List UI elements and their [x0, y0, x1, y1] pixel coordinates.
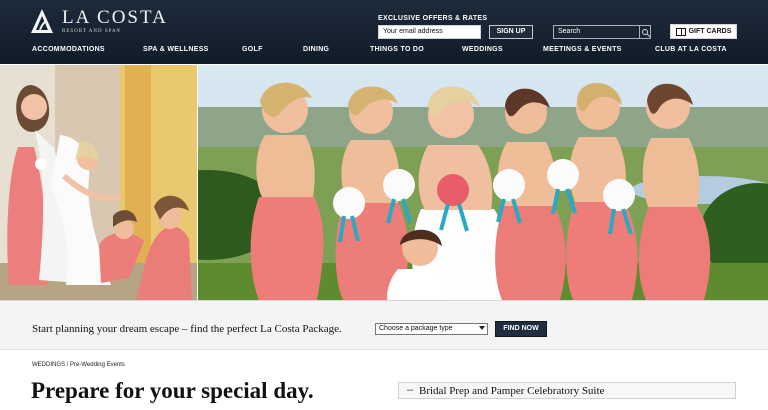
nav-dining[interactable]: DINING [303, 46, 329, 53]
bridal-party-illustration [198, 65, 768, 300]
la-costa-logo[interactable]: LA COSTA RESORT AND SPA® [30, 8, 168, 34]
page-title: Prepare for your special day. [31, 378, 314, 403]
bridal-party-photo [198, 65, 768, 300]
package-prompt: Start planning your dream escape – find … [32, 323, 342, 335]
breadcrumb-separator: / [66, 362, 69, 368]
suite-title: Bridal Prep and Pamper Celebratory Suite [419, 385, 605, 397]
package-select-value: Choose a package type [379, 325, 453, 332]
package-type-select[interactable]: Choose a package type [375, 323, 488, 335]
mountain-logo-icon [31, 9, 53, 33]
bridal-suite-accordion[interactable]: – Bridal Prep and Pamper Celebratory Sui… [398, 382, 736, 399]
search-icon[interactable] [639, 26, 651, 38]
nav-meetings-events[interactable]: MEETINGS & EVENTS [543, 46, 622, 53]
chevron-down-icon [479, 326, 485, 330]
breadcrumb: WEDDINGS / Pre-Wedding Events [32, 362, 125, 368]
search-input[interactable]: Search [553, 25, 651, 39]
nav-things-to-do[interactable]: THINGS TO DO [370, 46, 424, 53]
collapse-icon: – [407, 384, 414, 396]
nav-club-at-la-costa[interactable]: CLUB AT LA COSTA [655, 46, 727, 53]
package-finder-bar: Start planning your dream escape – find … [0, 300, 768, 350]
exclusive-offers-label: EXCLUSIVE OFFERS & RATES [378, 15, 488, 22]
site-header: LA COSTA RESORT AND SPA® EXCLUSIVE OFFER… [0, 0, 768, 64]
sign-up-button[interactable]: SIGN UP [489, 25, 533, 39]
email-address-input[interactable]: Your email address [378, 25, 481, 39]
find-now-button[interactable]: FIND NOW [495, 321, 547, 337]
brand-subtitle: RESORT AND SPA® [62, 29, 122, 34]
nav-spa-wellness[interactable]: SPA & WELLNESS [143, 46, 209, 53]
gift-cards-button[interactable]: GIFT CARDS [670, 24, 737, 39]
nav-golf[interactable]: GOLF [242, 46, 263, 53]
search-magnifier-icon [642, 29, 651, 38]
breadcrumb-current: Pre-Wedding Events [70, 362, 125, 368]
main-navigation: ACCOMMODATIONS SPA & WELLNESS GOLF DININ… [0, 46, 768, 60]
nav-weddings[interactable]: WEDDINGS [462, 46, 503, 53]
gift-card-icon [675, 27, 686, 36]
breadcrumb-weddings[interactable]: WEDDINGS [32, 362, 65, 368]
bridal-prep-photo [0, 65, 197, 300]
brand-name: LA COSTA [62, 7, 168, 28]
gift-cards-label: GIFT CARDS [688, 28, 732, 35]
nav-accommodations[interactable]: ACCOMMODATIONS [32, 46, 105, 53]
bridal-prep-illustration [0, 65, 197, 300]
